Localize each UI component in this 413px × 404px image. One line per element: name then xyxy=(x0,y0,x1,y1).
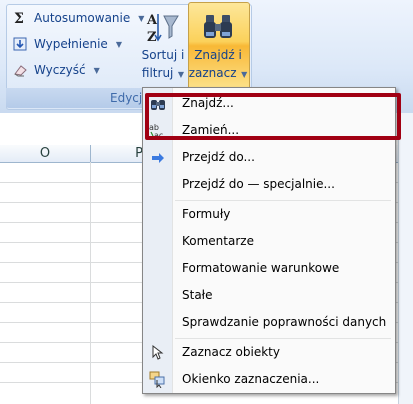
sort-filter-button[interactable]: A Z Sortuj i filtruj ▼ xyxy=(140,8,186,84)
menu-item-goto[interactable]: Przejdź do... xyxy=(143,144,395,171)
sigma-icon: Σ xyxy=(12,10,28,26)
svg-text:Σ: Σ xyxy=(14,11,24,25)
autosum-label: Autosumowanie xyxy=(34,11,131,25)
chevron-down-icon: ▼ xyxy=(175,70,185,79)
menu-item-data-validation[interactable]: Sprawdzanie poprawności danych xyxy=(143,309,395,336)
cursor-arrow-icon xyxy=(149,344,166,361)
menu-item-label: Komentarze xyxy=(182,234,254,248)
menu-item-label: Formuły xyxy=(182,207,231,221)
fill-button[interactable]: Wypełnienie ▼ xyxy=(12,34,122,54)
highlight-box xyxy=(145,93,401,140)
find-select-content: Znajdź i zaznacz ▼ xyxy=(188,8,248,84)
menu-item-goto-special[interactable]: Przejdź do — specjalnie... xyxy=(143,171,395,198)
grid-line xyxy=(90,162,91,404)
menu-item-label: Zaznacz obiekty xyxy=(182,345,280,359)
fill-label: Wypełnienie xyxy=(34,37,108,51)
menu-item-selection-pane[interactable]: Okienko zaznaczenia... xyxy=(143,366,395,393)
sort-filter-icon: A Z xyxy=(140,8,186,46)
menu-item-label: Formatowanie warunkowe xyxy=(182,261,340,275)
arrow-right-icon xyxy=(149,149,166,166)
menu-item-label: Stałe xyxy=(182,288,213,302)
column-header-o[interactable]: O xyxy=(0,145,91,162)
chevron-down-icon: ▼ xyxy=(238,70,248,79)
svg-text:A: A xyxy=(146,13,158,28)
chevron-down-icon: ▼ xyxy=(115,39,122,49)
menu-item-label: Przejdź do — specjalnie... xyxy=(182,177,335,191)
autosum-button[interactable]: Σ Autosumowanie ▼ xyxy=(12,8,144,28)
menu-item-comments[interactable]: Komentarze xyxy=(143,228,395,255)
vertical-scrollbar[interactable] xyxy=(398,113,413,404)
menu-item-label: Okienko zaznaczenia... xyxy=(182,372,320,386)
menu-item-label: Sprawdzanie poprawności danych xyxy=(182,315,387,329)
chevron-down-icon: ▼ xyxy=(93,65,100,75)
find-line1: Znajdź i xyxy=(194,48,242,62)
clear-label: Wyczyść xyxy=(34,63,86,77)
sort-line1: Sortuj i xyxy=(141,48,185,62)
menu-item-constants[interactable]: Stałe xyxy=(143,282,395,309)
binoculars-icon xyxy=(188,8,248,46)
menu-item-formulas[interactable]: Formuły xyxy=(143,201,395,228)
fill-down-icon xyxy=(12,36,28,52)
sort-line2: filtruj xyxy=(141,66,174,80)
selection-pane-icon xyxy=(149,371,166,388)
menu-item-select-objects[interactable]: Zaznacz obiekty xyxy=(143,339,395,366)
find-line2: zaznacz xyxy=(188,66,237,80)
menu-item-conditional-formatting[interactable]: Formatowanie warunkowe xyxy=(143,255,395,282)
eraser-icon xyxy=(12,62,28,78)
clear-button[interactable]: Wyczyść ▼ xyxy=(12,60,100,80)
menu-item-label: Przejdź do... xyxy=(182,150,255,164)
